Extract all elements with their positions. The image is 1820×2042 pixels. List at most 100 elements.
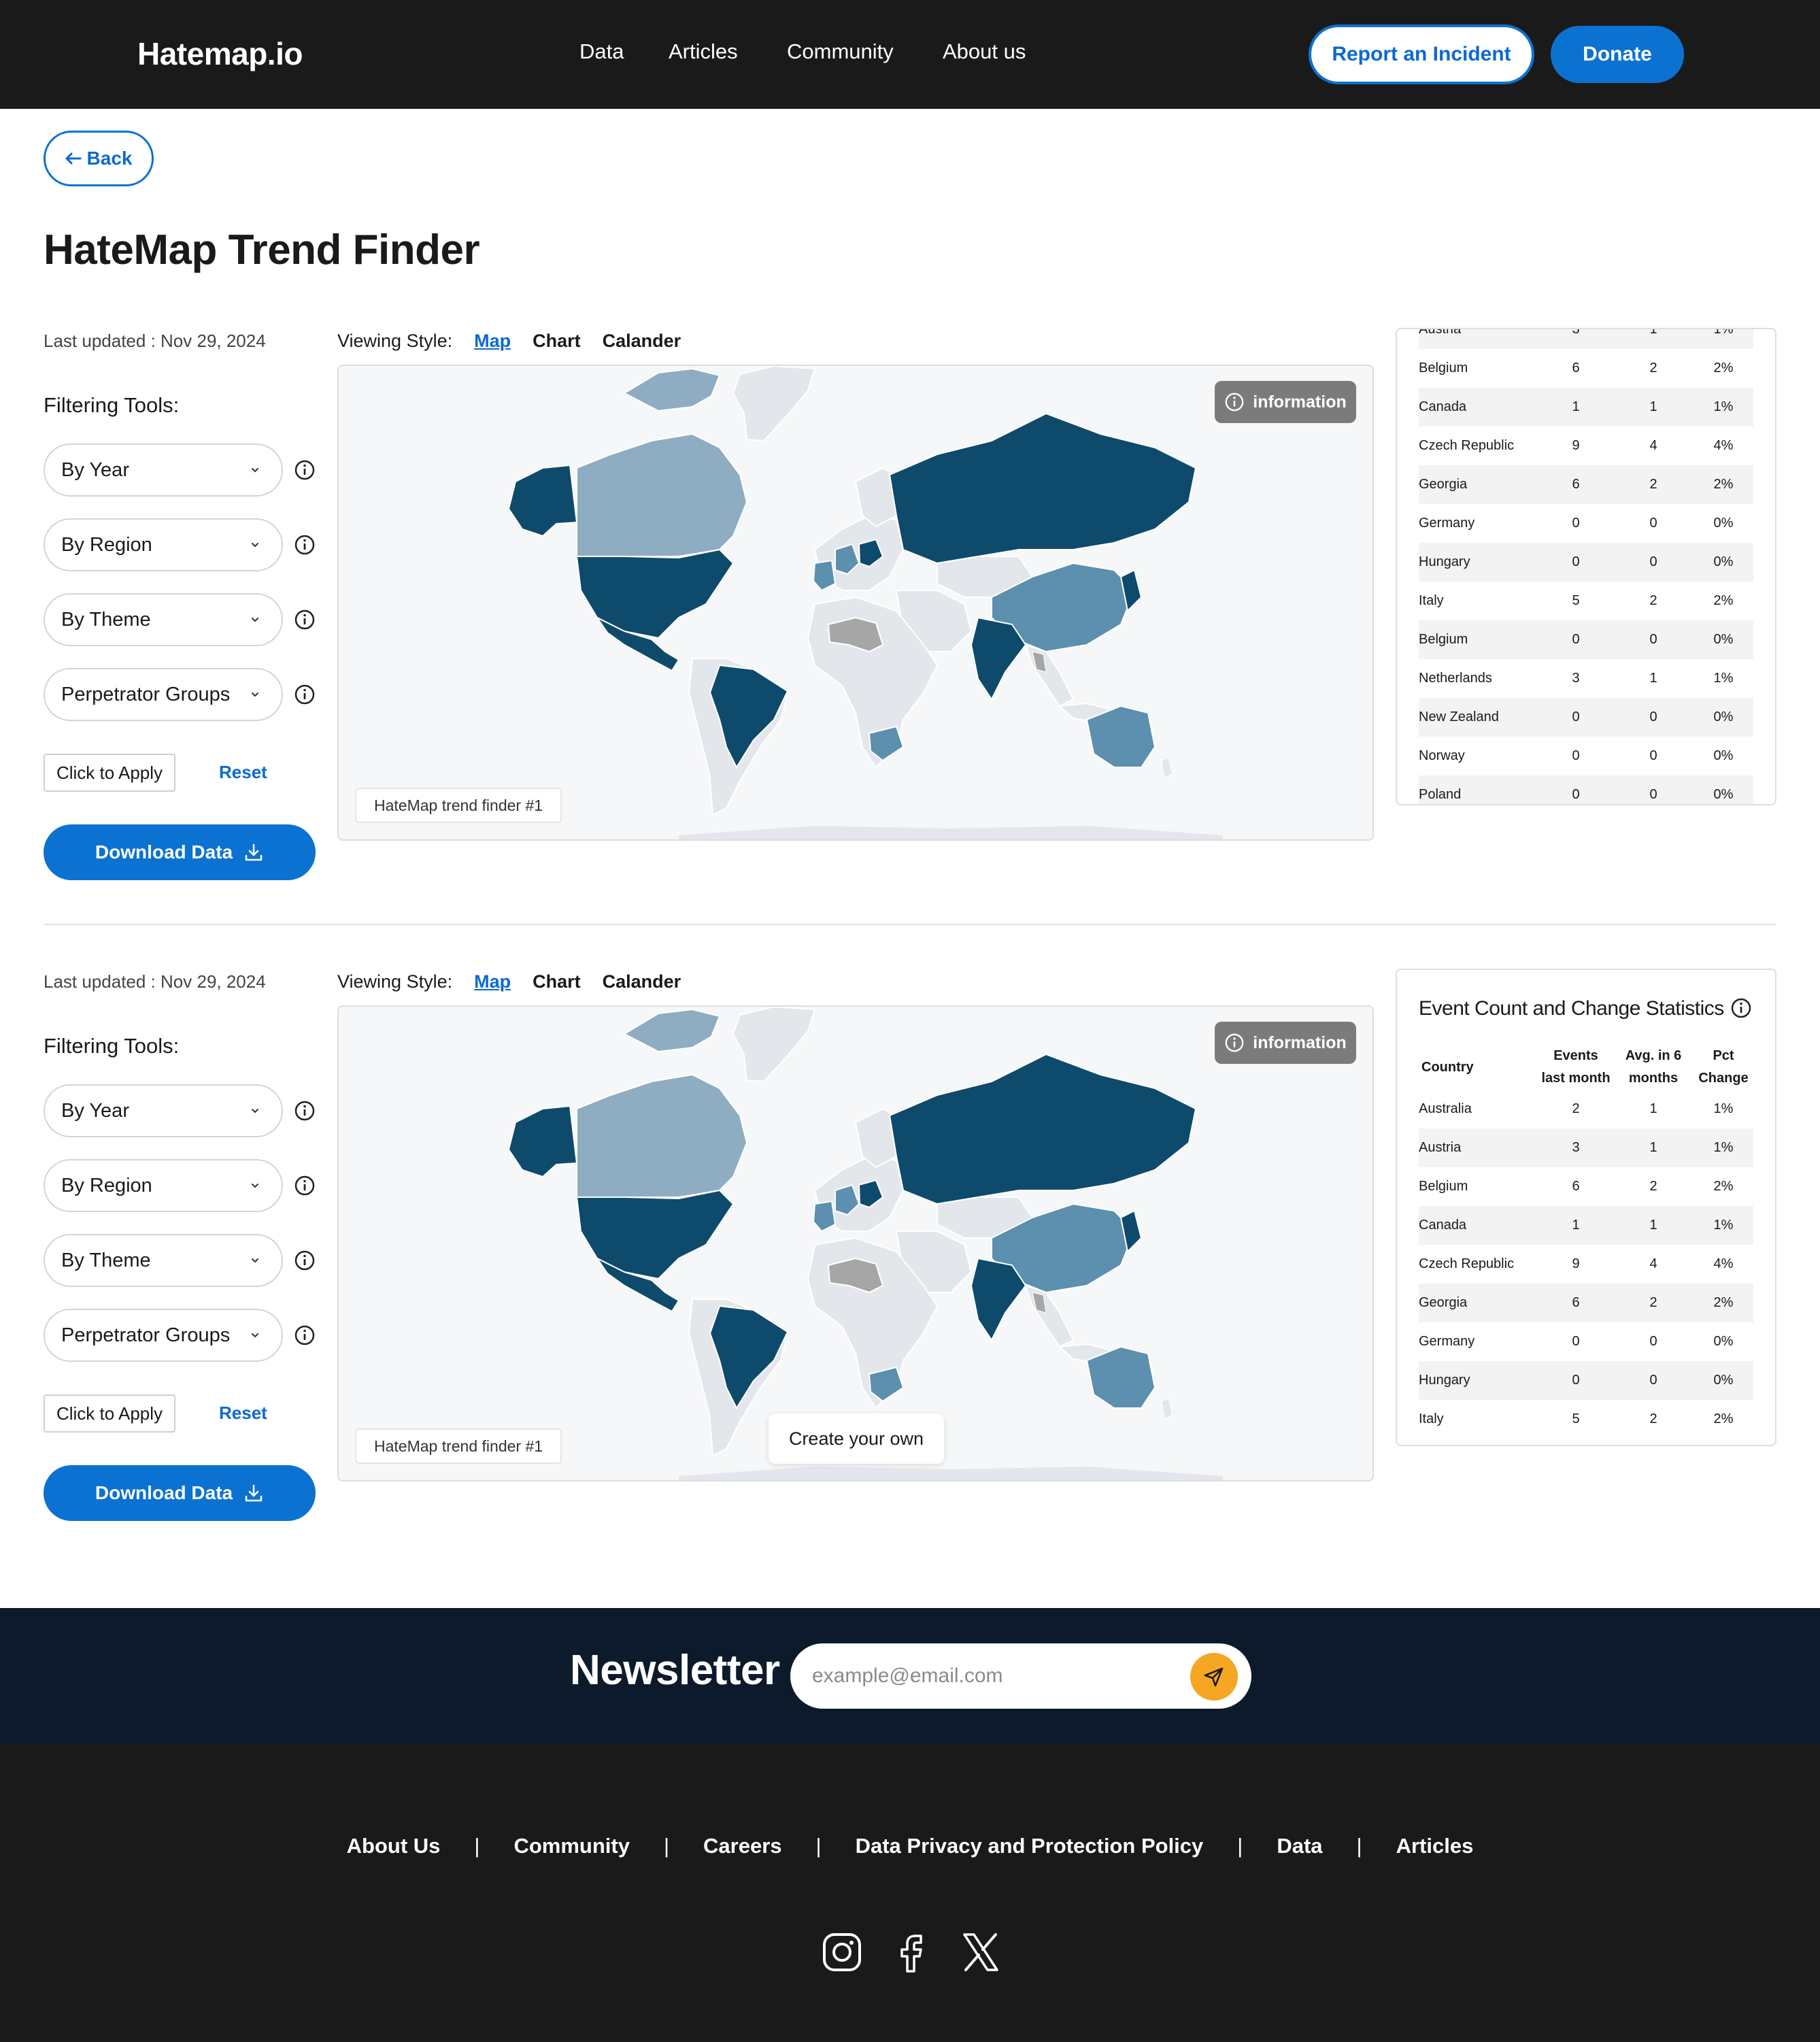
footer-link-data-privacy[interactable]: Data Privacy and Protection Policy: [856, 1834, 1204, 1858]
click-to-apply-button[interactable]: Click to Apply: [44, 1394, 175, 1433]
footer-link-community[interactable]: Community: [513, 1834, 630, 1858]
information-button[interactable]: information: [1215, 381, 1356, 423]
cell-avg-6-months: 2: [1613, 1284, 1693, 1322]
column-header-country[interactable]: Country: [1419, 1045, 1538, 1090]
reset-link[interactable]: Reset: [219, 762, 267, 783]
view-option-calander[interactable]: Calander: [603, 331, 681, 352]
cell-events-last-month: 5: [1572, 593, 1580, 608]
cell-avg-6-months: 2: [1649, 593, 1657, 608]
download-data-button[interactable]: Download Data: [44, 824, 316, 880]
world-choropleth-map[interactable]: [339, 366, 1374, 841]
info-icon[interactable]: [1730, 997, 1752, 1019]
filter-label: Perpetrator Groups: [61, 1324, 231, 1346]
filter-by-year-dropdown[interactable]: By Year: [44, 443, 283, 497]
view-option-map[interactable]: Map: [474, 331, 511, 352]
cell-events-last-month: 3: [1572, 671, 1580, 686]
view-option-calander[interactable]: Calander: [603, 971, 681, 992]
table-row: Italy 5 2 2%: [1419, 1400, 1753, 1439]
filter-by-theme-dropdown[interactable]: By Theme: [44, 1234, 283, 1287]
cell-country: Germany: [1419, 1334, 1475, 1349]
table-row: Canada 1 1 1%: [1419, 1206, 1753, 1245]
footer-separator: |: [474, 1834, 480, 1858]
footer-link-careers[interactable]: Careers: [703, 1834, 781, 1858]
cell-avg-6-months: 0: [1613, 543, 1693, 582]
facebook-icon[interactable]: [891, 1930, 932, 1974]
download-label: Download Data: [95, 841, 233, 863]
page-title: HateMap Trend Finder: [44, 227, 480, 273]
cell-events-last-month: 6: [1572, 1179, 1580, 1194]
filter-by-theme-dropdown[interactable]: By Theme: [44, 593, 283, 646]
filter-label: By Region: [61, 533, 152, 556]
column-header-pct-change[interactable]: Pct Change: [1693, 1045, 1753, 1090]
cell-events-last-month: 5: [1572, 1411, 1580, 1426]
cell-avg-6-months: 4: [1649, 1256, 1657, 1271]
info-icon[interactable]: [294, 1100, 316, 1122]
download-icon: [245, 843, 263, 861]
cell-country: Norway: [1419, 748, 1465, 763]
view-option-chart[interactable]: Chart: [533, 331, 581, 352]
world-map-panel[interactable]: information HateMap trend finder #1: [337, 365, 1374, 841]
report-incident-button[interactable]: Report an Incident: [1309, 24, 1534, 84]
cell-country: Germany: [1419, 516, 1475, 531]
filter-by-region-dropdown[interactable]: By Region: [44, 518, 283, 571]
world-map-panel[interactable]: information HateMap trend finder #1 Crea…: [337, 1005, 1374, 1482]
cell-pct-change: 0%: [1693, 620, 1753, 659]
info-icon[interactable]: [294, 609, 316, 631]
table-row: Hungary 0 0 0%: [1419, 1361, 1753, 1400]
cell-country: Hungary: [1419, 543, 1538, 582]
viewing-style-selector: Viewing Style: Map Chart Calander: [337, 331, 681, 352]
filter-by-region-dropdown[interactable]: By Region: [44, 1159, 283, 1212]
world-choropleth-map[interactable]: [339, 1007, 1374, 1482]
cell-country: Georgia: [1419, 1284, 1538, 1322]
instagram-icon[interactable]: [822, 1930, 862, 1974]
cell-events-last-month: 1: [1538, 388, 1613, 426]
view-option-map[interactable]: Map: [474, 971, 511, 992]
info-icon[interactable]: [294, 1175, 316, 1196]
map-caption: HateMap trend finder #1: [355, 1428, 562, 1464]
nav-link-about-us[interactable]: About us: [943, 39, 1026, 64]
column-header-avg-6-months[interactable]: Avg. in 6 months: [1613, 1045, 1693, 1090]
create-your-own-button[interactable]: Create your own: [769, 1413, 944, 1464]
view-option-chart[interactable]: Chart: [533, 971, 581, 992]
cell-pct-change: 0%: [1693, 775, 1753, 804]
stats-panel-scrolled[interactable]: Austria 3 1 1% Belgium 6 2 2% Canada 1 1 1% Czech Re…: [1396, 328, 1776, 805]
info-icon[interactable]: [294, 534, 316, 556]
info-icon[interactable]: [294, 1250, 316, 1271]
newsletter-email-input[interactable]: [790, 1643, 1251, 1709]
info-icon[interactable]: [294, 459, 316, 481]
cell-pct-change: 4%: [1713, 1256, 1734, 1271]
x-icon[interactable]: [960, 1930, 1001, 1974]
click-to-apply-button[interactable]: Click to Apply: [44, 754, 175, 792]
trend-finder-section-2: Last updated : Nov 29, 2024 Filtering To…: [0, 969, 1820, 1556]
table-row: Belgium 6 2 2%: [1419, 349, 1753, 388]
newsletter-submit-button[interactable]: [1190, 1653, 1238, 1701]
nav-link-data[interactable]: Data: [579, 39, 624, 64]
back-button[interactable]: Back: [44, 131, 154, 186]
filter-perpetrator-groups-dropdown[interactable]: Perpetrator Groups: [44, 1309, 283, 1362]
table-row: Germany 0 0 0%: [1419, 504, 1753, 543]
reset-link[interactable]: Reset: [219, 1403, 267, 1424]
filter-label: By Theme: [61, 1249, 151, 1271]
send-icon: [1204, 1667, 1224, 1687]
information-button[interactable]: information: [1215, 1022, 1356, 1064]
donate-button[interactable]: Donate: [1551, 26, 1684, 83]
site-logo[interactable]: Hatemap.io: [137, 35, 303, 72]
filter-by-year-dropdown[interactable]: By Year: [44, 1084, 283, 1137]
download-data-button[interactable]: Download Data: [44, 1465, 316, 1521]
stats-table: Country Events last month Avg. in 6 mont…: [1419, 1045, 1753, 1439]
footer-link-about-us[interactable]: About Us: [347, 1834, 441, 1858]
nav-link-community[interactable]: Community: [787, 39, 894, 64]
top-navigation-bar: Hatemap.io Data Articles Community About…: [0, 0, 1820, 109]
cell-pct-change: 2%: [1693, 465, 1753, 504]
cell-pct-change: 2%: [1693, 1284, 1753, 1322]
nav-link-articles[interactable]: Articles: [669, 39, 738, 64]
info-icon[interactable]: [294, 1324, 316, 1346]
column-header-events-last-month[interactable]: Events last month: [1538, 1045, 1613, 1090]
footer-link-data[interactable]: Data: [1277, 1834, 1322, 1858]
stats-panel[interactable]: Event Count and Change Statistics Countr…: [1396, 969, 1776, 1446]
footer-link-articles[interactable]: Articles: [1396, 1834, 1474, 1858]
filter-perpetrator-groups-dropdown[interactable]: Perpetrator Groups: [44, 668, 283, 721]
cell-events-last-month: 0: [1538, 698, 1613, 737]
info-icon[interactable]: [294, 684, 316, 705]
cell-avg-6-months: 0: [1613, 620, 1693, 659]
